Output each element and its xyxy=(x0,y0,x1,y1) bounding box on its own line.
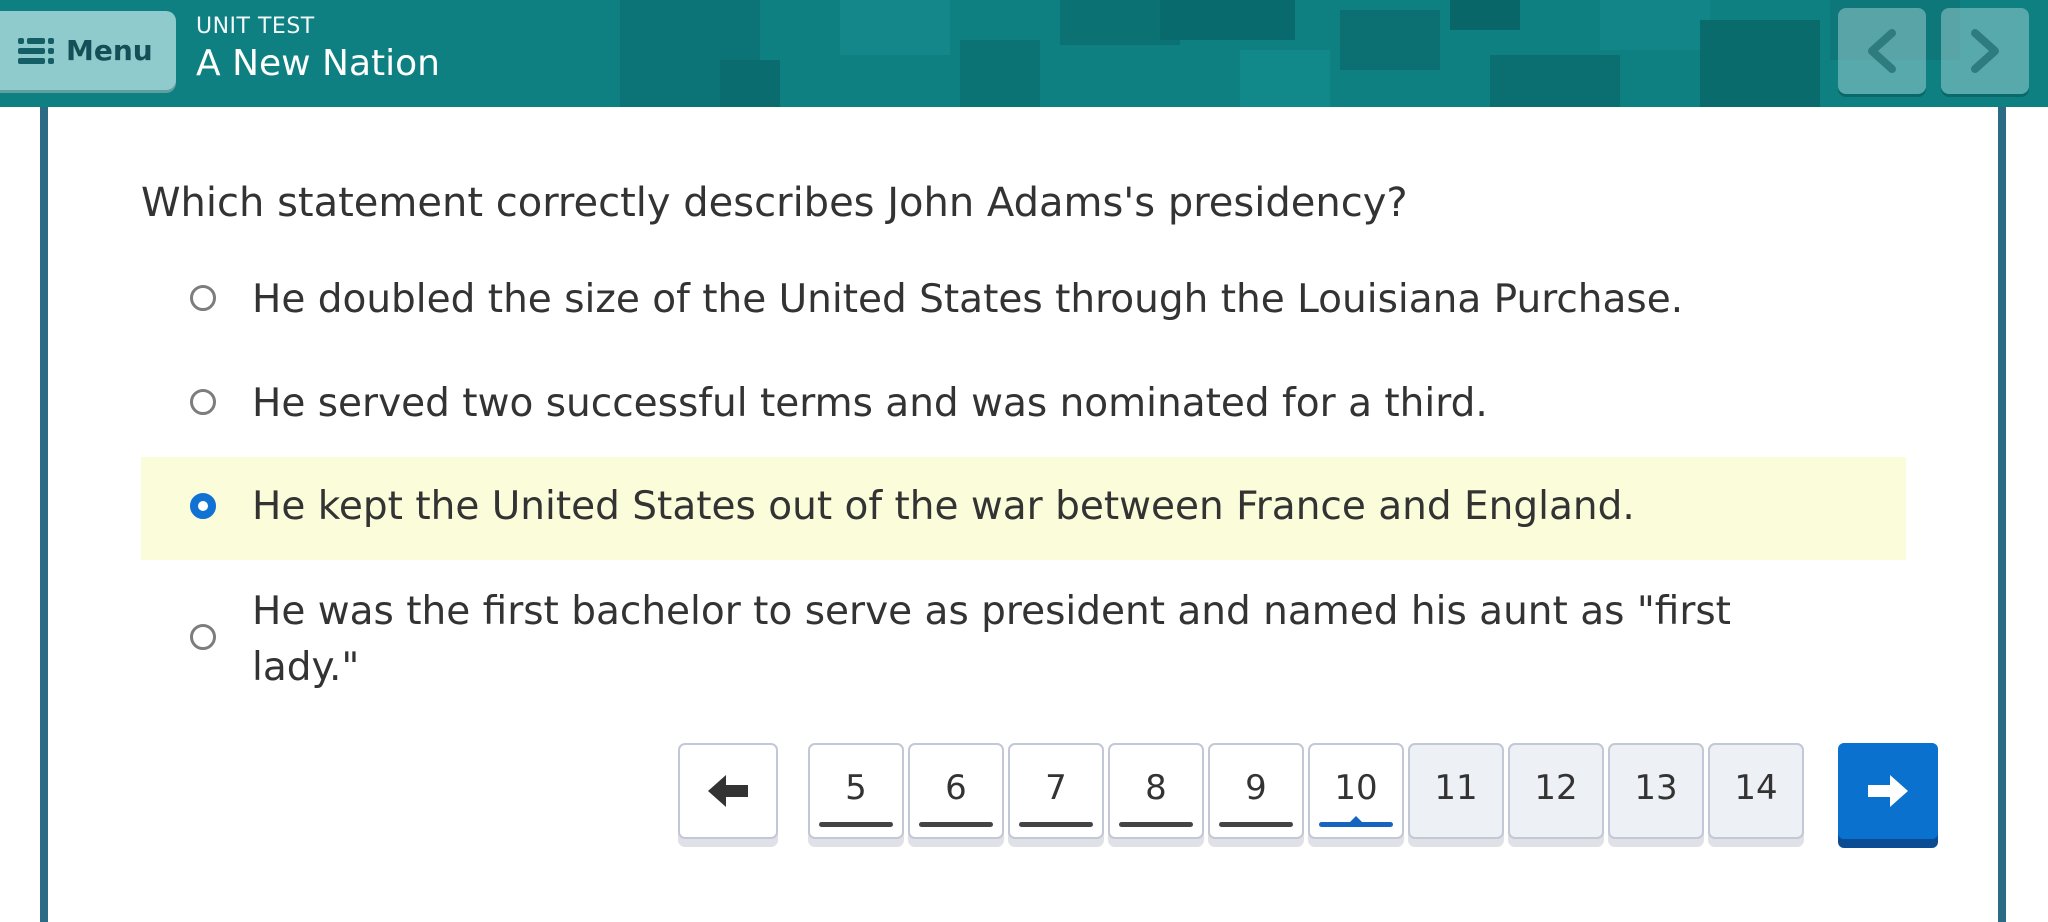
page-button-13[interactable]: 13 xyxy=(1608,743,1704,839)
arrow-right-icon xyxy=(1868,775,1908,807)
page-number: 8 xyxy=(1145,768,1167,808)
menu-label: Menu xyxy=(66,34,153,67)
page-number: 14 xyxy=(1734,768,1778,808)
answer-option-1[interactable]: He doubled the size of the United States… xyxy=(141,268,1906,332)
answer-option-4[interactable]: He was the first bachelor to serve as pr… xyxy=(141,584,1906,696)
previous-question-button[interactable] xyxy=(678,743,778,839)
question-text: Which statement correctly describes John… xyxy=(141,180,1408,226)
page-number: 13 xyxy=(1634,768,1678,808)
next-activity-button[interactable] xyxy=(1941,8,2029,94)
header-pattern-tile xyxy=(960,40,1040,107)
answer-option-text: He was the first bachelor to serve as pr… xyxy=(252,589,1731,690)
page-button-9[interactable]: 9 xyxy=(1208,743,1304,839)
answer-option-text: He doubled the size of the United States… xyxy=(252,277,1684,322)
page-button-14[interactable]: 14 xyxy=(1708,743,1804,839)
current-page-caret-icon xyxy=(1349,816,1363,823)
answered-indicator xyxy=(819,822,893,827)
header-pattern-tile xyxy=(720,60,780,107)
header-pattern-tile xyxy=(1240,50,1330,107)
test-type-label: UNIT TEST xyxy=(196,14,315,39)
radio-button[interactable] xyxy=(190,624,216,650)
page-button-6[interactable]: 6 xyxy=(908,743,1004,839)
radio-button-selected[interactable] xyxy=(190,493,216,519)
page-title: A New Nation xyxy=(196,43,440,84)
answered-indicator xyxy=(1219,822,1293,827)
answer-option-text: He served two successful terms and was n… xyxy=(252,381,1488,426)
header-pattern-tile xyxy=(1450,0,1520,30)
menu-button[interactable]: Menu xyxy=(0,11,176,90)
radio-button[interactable] xyxy=(190,285,216,311)
header-pattern-tile xyxy=(1340,10,1440,70)
answered-indicator xyxy=(1119,822,1193,827)
header-pattern-tile xyxy=(840,0,950,55)
page-button-5[interactable]: 5 xyxy=(808,743,904,839)
chevron-right-icon xyxy=(1971,29,1999,73)
header-pattern-tile xyxy=(1600,0,1710,50)
answered-indicator xyxy=(919,822,993,827)
page-number: 5 xyxy=(845,768,867,808)
page-button-8[interactable]: 8 xyxy=(1108,743,1204,839)
arrow-left-icon xyxy=(708,775,748,807)
header-pattern-tile xyxy=(1490,55,1620,107)
answer-option-text: He kept the United States out of the war… xyxy=(252,484,1635,529)
page-number: 7 xyxy=(1045,768,1067,808)
content-frame-left-border xyxy=(40,107,48,922)
page-number: 11 xyxy=(1434,768,1478,808)
top-header: Menu UNIT TEST A New Nation xyxy=(0,0,2048,107)
page-button-7[interactable]: 7 xyxy=(1008,743,1104,839)
page-button-10[interactable]: 10 xyxy=(1308,743,1404,839)
page-number: 10 xyxy=(1334,768,1378,808)
answer-option-2[interactable]: He served two successful terms and was n… xyxy=(141,372,1906,436)
page-button-11[interactable]: 11 xyxy=(1408,743,1504,839)
next-question-button[interactable] xyxy=(1838,743,1938,839)
title-block: UNIT TEST A New Nation xyxy=(196,14,440,84)
page-number: 6 xyxy=(945,768,967,808)
page-number: 12 xyxy=(1534,768,1578,808)
chevron-left-icon xyxy=(1868,29,1896,73)
header-pattern-tile xyxy=(1700,20,1820,107)
answered-indicator xyxy=(1019,822,1093,827)
menu-list-icon xyxy=(18,36,54,66)
radio-button[interactable] xyxy=(190,389,216,415)
page-number: 9 xyxy=(1245,768,1267,808)
header-pattern-tile xyxy=(1160,0,1295,40)
answer-option-3[interactable]: He kept the United States out of the war… xyxy=(141,457,1906,560)
previous-activity-button[interactable] xyxy=(1838,8,1926,94)
content-frame-right-border xyxy=(1998,107,2006,922)
page-button-12[interactable]: 12 xyxy=(1508,743,1604,839)
